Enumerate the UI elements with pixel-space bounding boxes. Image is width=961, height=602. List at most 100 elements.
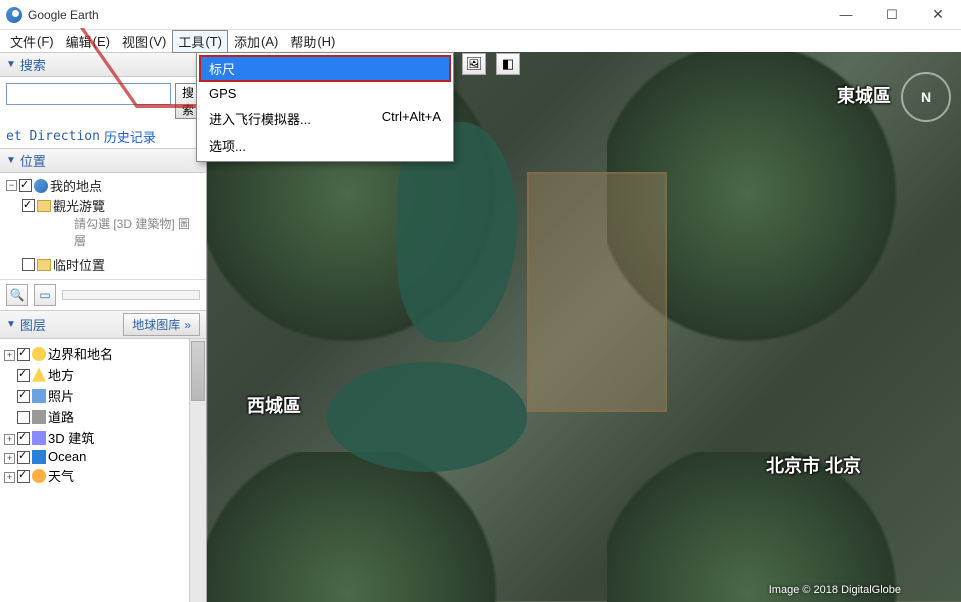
- checkbox[interactable]: [22, 199, 35, 212]
- checkbox[interactable]: [17, 432, 30, 445]
- tools-options-item[interactable]: 选项...: [199, 132, 451, 159]
- layer-ocean[interactable]: + Ocean: [4, 448, 202, 465]
- layers-scrollbar[interactable]: [189, 339, 206, 602]
- expand-icon[interactable]: +: [4, 472, 15, 483]
- menu-file[interactable]: 文件(F): [4, 30, 60, 53]
- tools-ruler-item[interactable]: 标尺: [199, 55, 451, 82]
- border-icon: [32, 347, 46, 361]
- collapse-icon: ▼: [6, 59, 16, 70]
- search-directions-fragment: et Direction: [6, 129, 100, 144]
- checkbox[interactable]: [17, 411, 30, 424]
- places-search-button[interactable]: 🔍: [6, 284, 28, 306]
- search-input[interactable]: [6, 83, 171, 105]
- content-area: ▼ 搜索 搜索 et Direction 历史记录 ▼ 位置 − 我的地点: [0, 52, 961, 602]
- tree-hint: 請勾選 [3D 建築物] 圖層: [74, 216, 200, 250]
- expand-icon[interactable]: +: [4, 434, 15, 445]
- layers-list: + 边界和地名 地方 照片 道路: [0, 339, 206, 602]
- layer-borders[interactable]: + 边界和地名: [4, 343, 202, 364]
- layer-label: Ocean: [48, 449, 86, 464]
- title-bar: Google Earth — ☐ ✕: [0, 0, 961, 30]
- tools-gps-item[interactable]: GPS: [199, 82, 451, 105]
- tools-dropdown: 标尺 GPS 进入飞行模拟器... Ctrl+Alt+A 选项...: [196, 52, 454, 162]
- places-tree: − 我的地点 觀光游覽 請勾選 [3D 建築物] 圖層 临时位置: [0, 173, 206, 279]
- building-icon: [32, 431, 46, 445]
- tree-temp[interactable]: 临时位置: [22, 256, 200, 276]
- ocean-icon: [32, 450, 46, 464]
- map-label-beijing: 北京市 北京: [766, 452, 861, 478]
- tree-sightseeing[interactable]: 觀光游覽: [22, 197, 200, 217]
- search-panel-header[interactable]: ▼ 搜索: [0, 52, 206, 77]
- menu-view[interactable]: 视图(V): [116, 30, 172, 53]
- place-icon: [32, 368, 46, 382]
- tree-sightseeing-label: 觀光游覽: [53, 197, 200, 217]
- map-feature-lake: [327, 362, 527, 472]
- tree-temp-label: 临时位置: [53, 256, 200, 276]
- search-box: 搜索: [0, 77, 206, 125]
- layer-places[interactable]: 地方: [4, 364, 202, 385]
- menu-help[interactable]: 帮助(H): [284, 30, 341, 53]
- toolbar-save-image-button[interactable]: 🖼: [462, 53, 486, 75]
- checkbox[interactable]: [17, 451, 30, 464]
- tree-root[interactable]: − 我的地点: [6, 177, 200, 197]
- places-panel-title: 位置: [20, 151, 46, 170]
- folder-icon: [37, 259, 51, 271]
- checkbox[interactable]: [17, 470, 30, 483]
- menu-add[interactable]: 添加(A): [228, 30, 284, 53]
- photo-icon: [32, 389, 46, 403]
- globe-icon: [34, 179, 48, 193]
- layer-label: 边界和地名: [48, 344, 113, 363]
- window-title: Google Earth: [28, 8, 823, 22]
- map-label-xicheng: 西城區: [247, 392, 301, 418]
- map-label-dongcheng: 東城區: [837, 82, 891, 108]
- layer-label: 照片: [48, 386, 74, 405]
- checkbox[interactable]: [22, 258, 35, 271]
- expand-icon[interactable]: +: [4, 350, 15, 361]
- collapse-icon: ▼: [6, 155, 16, 166]
- tree-root-label: 我的地点: [50, 177, 200, 197]
- layer-label: 道路: [48, 407, 74, 426]
- layer-roads[interactable]: 道路: [4, 406, 202, 427]
- window-buttons: — ☐ ✕: [823, 0, 961, 30]
- gallery-button[interactable]: 地球图库 »: [123, 313, 200, 336]
- expand-icon[interactable]: +: [4, 453, 15, 464]
- layer-label: 地方: [48, 365, 74, 384]
- places-panel-header[interactable]: ▼ 位置: [0, 148, 206, 173]
- collapse-icon[interactable]: −: [6, 180, 17, 191]
- layer-3d-buildings[interactable]: + 3D 建筑: [4, 427, 202, 448]
- places-toolbar: 🔍 ▭: [0, 279, 206, 310]
- layers-panel-title: 图层: [20, 315, 46, 334]
- places-view-button[interactable]: ▭: [34, 284, 56, 306]
- maximize-button[interactable]: ☐: [869, 0, 915, 30]
- layer-label: 天气: [48, 466, 74, 485]
- minimize-button[interactable]: —: [823, 0, 869, 30]
- checkbox[interactable]: [17, 390, 30, 403]
- opacity-slider[interactable]: [62, 290, 200, 300]
- close-button[interactable]: ✕: [915, 0, 961, 30]
- weather-icon: [32, 469, 46, 483]
- road-icon: [32, 410, 46, 424]
- search-panel-title: 搜索: [20, 55, 46, 74]
- menu-tools[interactable]: 工具(T): [172, 30, 228, 53]
- collapse-icon: ▼: [6, 319, 16, 330]
- checkbox[interactable]: [17, 348, 30, 361]
- tools-flight-item[interactable]: 进入飞行模拟器... Ctrl+Alt+A: [199, 105, 451, 132]
- app-icon: [6, 7, 22, 23]
- layers-panel-header[interactable]: ▼ 图层 地球图库 »: [0, 310, 206, 339]
- compass-icon[interactable]: N: [901, 72, 951, 122]
- search-caption: et Direction 历史记录: [0, 125, 206, 148]
- checkbox[interactable]: [19, 179, 32, 192]
- shortcut-label: Ctrl+Alt+A: [382, 109, 441, 128]
- sidebar: ▼ 搜索 搜索 et Direction 历史记录 ▼ 位置 − 我的地点: [0, 52, 207, 602]
- menu-edit[interactable]: 编辑(E): [60, 30, 116, 53]
- gallery-label: 地球图库: [132, 316, 180, 333]
- layer-label: 3D 建筑: [48, 428, 94, 447]
- toolbar-maps-button[interactable]: ◧: [496, 53, 520, 75]
- map-feature-structure: [527, 172, 667, 412]
- checkbox[interactable]: [17, 369, 30, 382]
- layer-photos[interactable]: 照片: [4, 385, 202, 406]
- search-history-link[interactable]: 历史记录: [104, 127, 156, 146]
- layer-weather[interactable]: + 天气: [4, 465, 202, 486]
- folder-icon: [37, 200, 51, 212]
- chevron-right-icon: »: [184, 318, 191, 332]
- menu-bar: 文件(F) 编辑(E) 视图(V) 工具(T) 添加(A) 帮助(H): [0, 30, 961, 52]
